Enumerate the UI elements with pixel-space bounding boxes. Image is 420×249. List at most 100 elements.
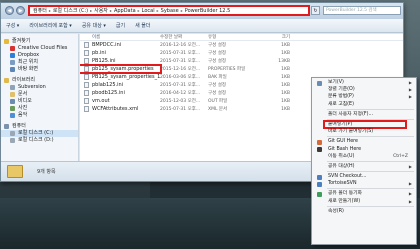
file-row[interactable]: pb125_sysam.properties 2015-12-16 오전... PR…: [80, 64, 403, 74]
menu-item-label: SVN Checkout...: [328, 174, 367, 180]
nav-item-label: 바탕 화면: [18, 66, 38, 72]
menu-item[interactable]: 새로 고침(E): [312, 101, 416, 108]
file-date: 2015-07-31 오후...: [160, 107, 201, 112]
breadcrumb-item[interactable]: 사용자: [94, 7, 108, 14]
menu-item[interactable]: TortoiseSVN ▶: [312, 180, 416, 187]
breadcrumb-item[interactable]: AppData: [114, 8, 136, 14]
nav-item[interactable]: 음악: [1, 112, 78, 119]
chevron-right-icon: ▶: [408, 181, 412, 187]
refresh-icon[interactable]: ↻: [311, 6, 320, 15]
file-icon: [84, 98, 89, 104]
nav-item[interactable]: 사진: [1, 105, 78, 112]
navigation-pane: 즐겨찾기 Creative Cloud Files Dropbox 최근 위치 바탕 화…: [1, 34, 79, 161]
file-size: 13KB: [278, 58, 290, 64]
forward-arrow-icon[interactable]: ▶: [16, 6, 25, 15]
sync-icon: [317, 191, 322, 197]
file-name-cell[interactable]: PB125_sysam_properties_1.bak: [80, 74, 160, 80]
menu-item[interactable]: 폴더 사용자 지정(F)...: [312, 111, 416, 118]
menu-item[interactable]: SVN Checkout...: [312, 173, 416, 180]
nav-item[interactable]: 최근 위치: [1, 59, 78, 66]
file-name: PB125.ini: [92, 58, 116, 64]
nav-item-label: Creative Cloud Files: [18, 45, 68, 51]
menu-item[interactable]: 공유 대상(H) ▶: [312, 163, 416, 170]
column-name-header[interactable]: 이름: [80, 34, 160, 40]
file-type: 구성 설정: [208, 51, 226, 56]
file-name-cell[interactable]: pb.ini: [80, 50, 160, 56]
toolbar-button[interactable]: 공유 대상 ▾: [82, 22, 106, 29]
breadcrumb-item[interactable]: 로컬 디스크 (C:): [53, 7, 88, 14]
toolbar-button[interactable]: 굽기: [116, 22, 125, 29]
menu-separator: [327, 118, 414, 120]
file-icon: [84, 106, 89, 112]
clock-icon: [10, 60, 15, 65]
nav-item[interactable]: 라이브러리: [1, 77, 78, 84]
column-date-header[interactable]: 수정한 날짜: [160, 34, 208, 40]
file-name: pb.ini: [92, 50, 106, 56]
chevron-right-icon: ▶: [408, 163, 412, 169]
file-icon: [84, 50, 89, 56]
file-name-cell[interactable]: pbodb125.ini: [80, 90, 160, 96]
nav-item[interactable]: Subversion: [1, 84, 78, 91]
file-icon: [84, 90, 89, 96]
nav-item[interactable]: 바탕 화면: [1, 66, 78, 73]
file-type: PROPERTIES 파일: [208, 67, 246, 72]
address-bar[interactable]: 컴퓨터 ▸ 로컬 디스크 (C:) ▸ 사용자 ▸ AppData ▸ Local ▸ Sybase…: [28, 5, 310, 16]
nav-item[interactable]: 컴퓨터: [1, 123, 78, 130]
menu-item[interactable]: 보기(V) ▶: [312, 79, 416, 86]
file-name-cell[interactable]: PB125.ini: [80, 58, 160, 64]
file-name: pblab125.ini: [92, 82, 124, 88]
breadcrumb-item[interactable]: 컴퓨터: [33, 7, 47, 14]
breadcrumb-item[interactable]: PowerBuilder 12.5: [185, 8, 231, 14]
file-row[interactable]: BMPDCC.ini 2016-12-16 오전... 구성 설정 1KB: [80, 41, 403, 49]
menu-item[interactable]: 이동 취소(U) Ctrl+Z: [312, 153, 416, 160]
menu-item[interactable]: Git Bash Here: [312, 146, 416, 153]
desktop-icon: [10, 67, 15, 72]
file-type: XML 문서: [208, 107, 228, 112]
menu-item-label: 공유 대상(H): [328, 163, 355, 169]
menu-item-label: 공유 폴더 동기화: [328, 191, 362, 197]
menu-item[interactable]: 정렬 기준(O) ▶: [312, 86, 416, 93]
file-name-cell[interactable]: vm.out: [80, 98, 160, 104]
menu-item[interactable]: 공유 폴더 동기화 ▶: [312, 190, 416, 197]
nav-item[interactable]: 문서: [1, 91, 78, 98]
back-arrow-icon[interactable]: ◀: [5, 6, 14, 15]
toolbar-button[interactable]: 구성 ▾: [6, 22, 19, 29]
file-icon: [84, 66, 89, 72]
nav-item[interactable]: 로컬 디스크 (C:): [1, 130, 78, 137]
toolbar-button[interactable]: 새 폴더: [135, 22, 150, 29]
file-row[interactable]: PB125.ini 2015-07-31 오후... 구성 설정 13KB: [80, 57, 403, 65]
file-date: 2016-04-12 오후...: [160, 91, 201, 96]
document-icon: [10, 92, 15, 97]
menu-separator: [327, 205, 414, 207]
file-name-cell[interactable]: pblab125.ini: [80, 82, 160, 88]
menu-item-label: 이동 취소(U): [328, 153, 355, 159]
file-name-cell[interactable]: pb125_sysam.properties: [80, 64, 162, 74]
chevron-right-icon: ▶: [408, 87, 412, 93]
menu-item[interactable]: 붙여넣기(P): [323, 119, 407, 130]
nav-item[interactable]: 즐겨찾기: [1, 38, 78, 45]
menu-item[interactable]: 속성(R): [312, 208, 416, 215]
nav-item[interactable]: 로컬 디스크 (D:): [1, 137, 78, 144]
nav-item[interactable]: Dropbox: [1, 52, 78, 59]
column-type-header[interactable]: 유형: [208, 34, 258, 40]
toolbar-button[interactable]: 라이브러리에 포함 ▾: [29, 22, 72, 29]
file-size: 1KB: [281, 66, 290, 72]
column-size-header[interactable]: 크기: [258, 34, 290, 40]
breadcrumb-item[interactable]: Local: [142, 8, 155, 14]
drive-icon: [10, 131, 15, 136]
file-name: vm.out: [92, 98, 110, 104]
nav-item[interactable]: Creative Cloud Files: [1, 45, 78, 52]
file-type: 구성 설정: [208, 83, 226, 88]
nav-item[interactable]: 비디오: [1, 98, 78, 105]
breadcrumb-item[interactable]: Sybase: [161, 8, 179, 14]
menu-item[interactable]: 새로 만들기(W) ▶: [312, 198, 416, 205]
file-name-cell[interactable]: WCFAttributes.xml: [80, 106, 160, 112]
breadcrumb-separator-icon: ▸: [90, 8, 93, 13]
file-name-cell[interactable]: BMPDCC.ini: [80, 42, 160, 48]
search-input[interactable]: PowerBuilder 12.5 검색: [323, 6, 401, 15]
file-row[interactable]: pb.ini 2015-07-31 오후... 구성 설정 1KB: [80, 49, 403, 57]
menu-item[interactable]: 바로 가기 붙여넣기(S): [312, 128, 416, 135]
menu-item[interactable]: Git GUI Here: [312, 138, 416, 145]
menu-item-label: 보기(V): [328, 80, 344, 85]
menu-item[interactable]: 분류 방법(P) ▶: [312, 93, 416, 100]
